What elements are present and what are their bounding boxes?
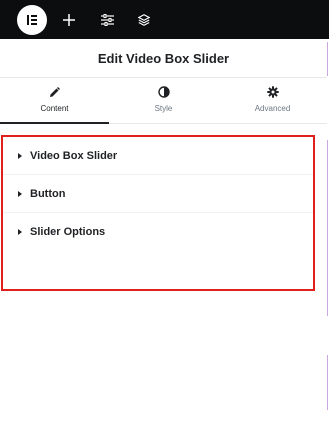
sliders-icon [100,14,114,26]
section-video-box-slider[interactable]: Video Box Slider [3,137,313,175]
section-button[interactable]: Button [3,175,313,213]
section-title: Video Box Slider [30,149,118,162]
panel-edge-divider [327,355,328,410]
elementor-logo-icon[interactable] [17,5,47,35]
top-toolbar [0,0,329,39]
plus-icon [63,14,75,26]
tab-advanced[interactable]: Advanced [218,78,327,123]
panel-header: Edit Video Box Slider [0,39,327,78]
pencil-icon [49,86,60,98]
layers-icon [138,14,150,26]
panel-tabs: Content Style Advanced [0,78,327,124]
half-circle-icon [157,86,170,98]
tab-content-label: Content [40,104,69,113]
section-title: Slider Options [30,226,106,238]
tab-advanced-label: Advanced [254,104,291,113]
structure-button[interactable] [133,9,155,31]
tab-content[interactable]: Content [0,78,109,124]
widget-sections: Video Box Slider Button Slider Options [1,135,315,291]
caret-right-icon [18,152,22,159]
section-title: Button [30,187,66,200]
section-slider-options[interactable]: Slider Options [3,213,313,251]
tab-style-label: Style [154,104,173,113]
add-element-button[interactable] [58,9,80,31]
tab-style[interactable]: Style [109,78,218,123]
caret-right-icon [18,229,22,235]
editor-panel: Edit Video Box Slider Content Style Adva… [0,0,329,426]
site-settings-button[interactable] [96,9,118,31]
panel-edge-divider [327,42,328,76]
page-title: Edit Video Box Slider [97,50,230,66]
caret-right-icon [18,190,22,197]
gear-icon [266,86,279,98]
panel-edge-divider [327,140,328,316]
